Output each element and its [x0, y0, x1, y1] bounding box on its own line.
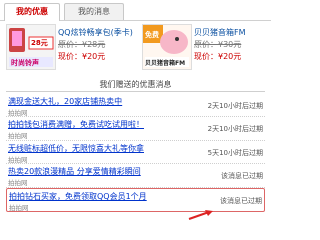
section-divider [6, 91, 265, 92]
promo-current-price: 现价：¥20元 [58, 52, 106, 61]
item-status: 2天10小时后过期 [207, 102, 263, 110]
item-status: 该消息已过期 [220, 196, 262, 205]
list-item-highlighted[interactable]: 拍拍钻石买家，免费领取QQ会员1个月 拍拍网 该消息已过期 [6, 187, 265, 212]
item-title-link[interactable]: 热卖20款浪漫精品 分享爱情精彩瞬间 [8, 166, 141, 177]
promo-card[interactable]: 28元 时尚铃声 QQ炫铃畅享包(季卡) 原价：¥28元 现价：¥20元 [6, 24, 133, 70]
promo-original-price: 原价：¥30元 [194, 40, 242, 49]
item-status: 2天10小时后过期 [207, 125, 263, 134]
item-title-link[interactable]: 无线赃标超低价，无限惊喜大礼等你拿 [8, 143, 144, 154]
section-title: 我们赠送的优惠消息 [99, 80, 172, 89]
tab-bar: 我的优惠 我的消息 [0, 0, 271, 21]
promo-thumbnail-small-text: 时尚铃声 [11, 59, 39, 67]
offer-list: 满现金送大礼，20家店铺热卖中 拍拍网 2天10小时后过期 拍拍钱包消费满赠，免… [0, 94, 271, 212]
tab-my-messages[interactable]: 我的消息 [64, 3, 124, 20]
promo-thumbnail-big-text: 免费 [145, 31, 159, 39]
promo-original-price: 原价：¥28元 [58, 40, 106, 49]
promo-thumbnail[interactable]: 免费 贝贝猪音箱FM [142, 24, 192, 70]
promo-current-price: 现价：¥20元 [194, 52, 242, 61]
item-source: 拍拍网 [8, 179, 28, 188]
list-item[interactable]: 热卖20款浪漫精品 分享爱情精彩瞬间 拍拍网 该消息已过期 [6, 164, 265, 188]
promo-thumbnail[interactable]: 28元 时尚铃声 [6, 24, 56, 70]
item-source: 拍拍网 [8, 132, 28, 141]
pointer-arrow-icon [188, 210, 213, 220]
list-item[interactable]: 满现金送大礼，20家店铺热卖中 拍拍网 2天10小时后过期 [6, 94, 265, 118]
tab-my-offers[interactable]: 我的优惠 [4, 3, 60, 21]
list-item[interactable]: 拍拍钱包消费满赠，免费试吃试用啦！ 拍拍网 2天10小时后过期 [6, 117, 265, 141]
promo-thumbnail-big-text: 28元 [31, 39, 48, 47]
item-status: 5天10小时后过期 [207, 148, 263, 157]
item-title-link[interactable]: 拍拍钱包消费满赠，免费试吃试用啦！ [8, 119, 144, 130]
promo-card[interactable]: 免费 贝贝猪音箱FM 贝贝猪音箱FM 原价：¥30元 现价：¥20元 [142, 24, 267, 70]
item-source: 拍拍网 [8, 155, 28, 164]
list-item[interactable]: 无线赃标超低价，无限惊喜大礼等你拿 拍拍网 5天10小时后过期 [6, 141, 265, 165]
item-source: 拍拍网 [8, 109, 28, 117]
promo-title[interactable]: 贝贝猪音箱FM [194, 27, 246, 38]
item-title-link[interactable]: 满现金送大礼，20家店铺热卖中 [8, 96, 122, 107]
item-source: 拍拍网 [9, 203, 29, 212]
promo-title[interactable]: QQ炫铃畅享包(季卡) [58, 27, 133, 38]
item-status: 该消息已过期 [221, 172, 263, 181]
promo-thumbnail-small-text: 贝贝猪音箱FM [145, 60, 186, 67]
item-title-link[interactable]: 拍拍钻石买家，免费领取QQ会员1个月 [9, 191, 147, 202]
